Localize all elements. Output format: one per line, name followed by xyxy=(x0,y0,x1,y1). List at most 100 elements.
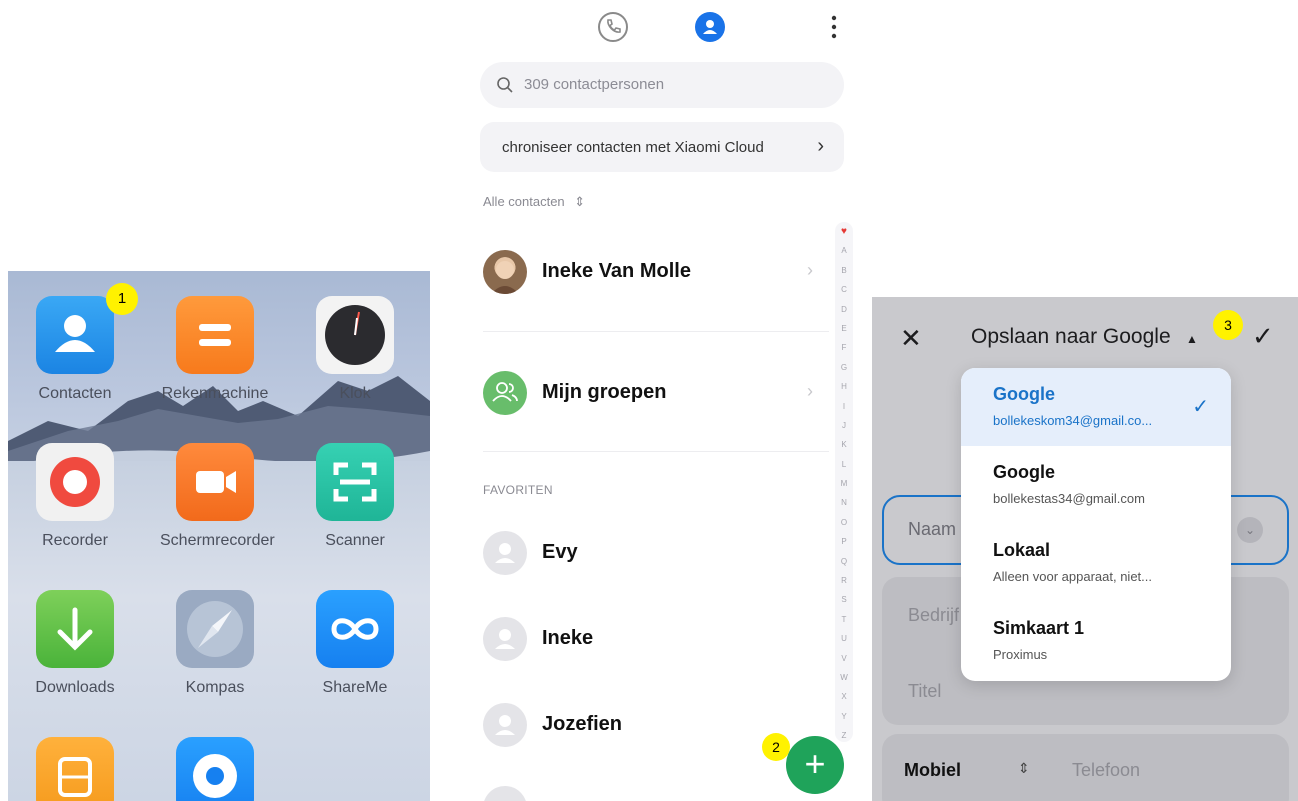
chevron-right-icon: › xyxy=(817,135,824,157)
app-schermrecorder[interactable]: Schermrecorder xyxy=(160,443,275,551)
index-letter[interactable]: V xyxy=(835,649,853,668)
account-option[interactable]: Google bollekeskom34@gmail.co... ✓ xyxy=(961,368,1231,446)
contacts-tab-icon[interactable] xyxy=(695,12,725,42)
index-letter[interactable]: D xyxy=(835,300,853,319)
app-recorder[interactable]: Recorder xyxy=(20,443,130,551)
sync-label: chroniseer contacten met Xiaomi Cloud xyxy=(502,139,764,156)
index-letter[interactable]: Y xyxy=(835,707,853,726)
option-title: Simkaart 1 xyxy=(993,618,1085,638)
index-letter[interactable]: X xyxy=(835,687,853,706)
new-contact-screen: ✕ Opslaan naar Google ▲ 3 ✓ Naam ⌄ Bedri… xyxy=(872,297,1298,801)
index-letter[interactable]: R xyxy=(835,571,853,590)
avatar xyxy=(483,250,527,294)
contact-row[interactable]: Ineke Van Molle › xyxy=(483,248,813,298)
index-letter[interactable]: W xyxy=(835,668,853,687)
divider xyxy=(483,451,829,452)
contacts-screen: 309 contactpersonen chroniseer contacten… xyxy=(464,0,859,801)
index-letter[interactable]: G xyxy=(835,358,853,377)
phone-tab-icon[interactable] xyxy=(598,12,628,42)
app-klok[interactable]: Klok xyxy=(300,296,410,404)
favorite-row[interactable] xyxy=(483,784,813,801)
confirm-check-icon[interactable]: ✓ xyxy=(1252,321,1274,352)
app-sim-toolkit[interactable] xyxy=(20,737,130,801)
index-letter[interactable]: E xyxy=(835,319,853,338)
index-letter[interactable]: M xyxy=(835,474,853,493)
sim-card-icon xyxy=(36,737,114,801)
app-shareme[interactable]: ShareMe xyxy=(300,590,410,698)
more-options-icon[interactable] xyxy=(830,14,838,45)
app-label: ShareMe xyxy=(322,679,388,696)
phone-type-toggle-icon[interactable]: ⇕ xyxy=(1018,760,1030,777)
my-groups-row[interactable]: Mijn groepen › xyxy=(483,369,813,419)
favorite-row[interactable]: Evy xyxy=(483,529,813,579)
remote-icon xyxy=(176,737,254,801)
index-letter[interactable]: I xyxy=(835,397,853,416)
chevron-down-icon[interactable]: ⌄ xyxy=(1237,517,1263,543)
contacts-filter[interactable]: Alle contacten ⇕ xyxy=(483,194,585,210)
index-letter[interactable]: U xyxy=(835,629,853,648)
chevron-right-icon: › xyxy=(807,260,813,280)
home-screen: 1 Contacten Rekenmachine Klok Recorder S… xyxy=(8,271,430,801)
app-label: Scanner xyxy=(325,532,385,549)
index-letter[interactable]: L xyxy=(835,455,853,474)
phone-placeholder: Telefoon xyxy=(1072,760,1141,780)
index-letters: ABCDEFGHIJKLMNOPQRSTUVWXYZ xyxy=(835,241,853,745)
favorite-row[interactable]: Ineke xyxy=(483,615,813,665)
step-badge-2: 2 xyxy=(762,733,790,761)
index-letter[interactable]: T xyxy=(835,610,853,629)
option-subtitle: bollekeskom34@gmail.co... xyxy=(993,413,1153,428)
groups-icon xyxy=(483,371,527,415)
index-letter[interactable]: A xyxy=(835,241,853,260)
caret-up-icon[interactable]: ▲ xyxy=(1186,332,1198,346)
option-subtitle: bollekestas34@gmail.com xyxy=(993,491,1145,506)
add-contact-button[interactable]: + xyxy=(786,736,844,794)
app-label: Rekenmachine xyxy=(161,385,269,402)
index-letter[interactable]: C xyxy=(835,280,853,299)
app-label: Downloads xyxy=(35,679,115,696)
shareme-icon xyxy=(316,590,394,668)
index-letter[interactable]: N xyxy=(835,493,853,512)
avatar-placeholder-icon xyxy=(483,531,527,575)
contact-name: Ineke Van Molle xyxy=(542,260,691,282)
option-title: Lokaal xyxy=(993,540,1051,560)
close-icon[interactable]: ✕ xyxy=(900,323,922,354)
index-letter[interactable]: K xyxy=(835,435,853,454)
filter-label: Alle contacten xyxy=(483,194,565,209)
step-badge-3: 3 xyxy=(1213,310,1243,340)
search-placeholder: 309 contactpersonen xyxy=(524,76,665,93)
title-placeholder[interactable]: Titel xyxy=(908,681,941,702)
phone-field[interactable]: Mobiel ⇕ Telefoon xyxy=(882,734,1289,801)
search-bar[interactable]: 309 contactpersonen xyxy=(480,62,844,108)
index-letter[interactable]: Z xyxy=(835,726,853,745)
contacts-icon xyxy=(36,296,114,374)
divider xyxy=(483,331,829,332)
avatar-placeholder-icon xyxy=(483,617,527,661)
app-downloads[interactable]: Downloads xyxy=(20,590,130,698)
app-rekenmachine[interactable]: Rekenmachine xyxy=(160,296,270,404)
index-letter[interactable]: J xyxy=(835,416,853,435)
account-option[interactable]: Google bollekestas34@gmail.com xyxy=(961,446,1231,524)
sync-xiaomi-cloud-banner[interactable]: chroniseer contacten met Xiaomi Cloud › xyxy=(480,122,844,172)
account-option[interactable]: Simkaart 1 Proximus xyxy=(961,602,1231,680)
index-letter[interactable]: H xyxy=(835,377,853,396)
option-title: Google xyxy=(993,462,1055,482)
scanner-icon xyxy=(316,443,394,521)
index-letter[interactable]: O xyxy=(835,513,853,532)
index-letter[interactable]: B xyxy=(835,261,853,280)
app-label: Schermrecorder xyxy=(160,532,275,549)
index-letter[interactable]: S xyxy=(835,590,853,609)
account-option[interactable]: Lokaal Alleen voor apparaat, niet... xyxy=(961,524,1231,602)
index-letter[interactable]: P xyxy=(835,532,853,551)
app-scanner[interactable]: Scanner xyxy=(300,443,410,551)
contact-name: Mijn groepen xyxy=(542,381,667,403)
app-kompas[interactable]: Kompas xyxy=(160,590,270,698)
app-remote[interactable] xyxy=(160,737,270,801)
selected-check-icon: ✓ xyxy=(1192,396,1209,418)
index-letter[interactable]: F xyxy=(835,338,853,357)
save-account-title[interactable]: Opslaan naar Google xyxy=(971,325,1171,349)
company-placeholder[interactable]: Bedrijf xyxy=(908,605,959,626)
index-letter[interactable]: Q xyxy=(835,552,853,571)
calculator-icon xyxy=(176,296,254,374)
alphabet-index[interactable]: ♥ ABCDEFGHIJKLMNOPQRSTUVWXYZ xyxy=(835,222,853,742)
phone-type-label[interactable]: Mobiel xyxy=(904,760,961,781)
